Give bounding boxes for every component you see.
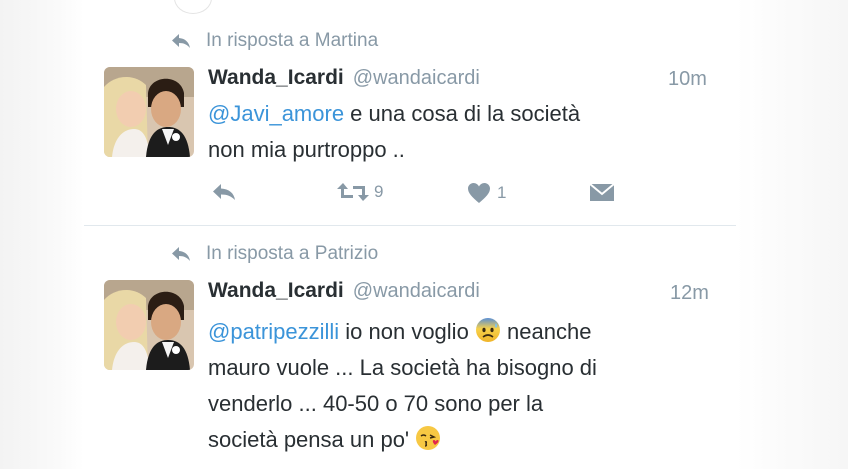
background-left-panel [0,0,84,469]
anxious-face-with-sweat-icon [475,317,501,343]
retweet-button[interactable]: 9 [336,181,383,203]
profile-photo [104,67,194,157]
text-line: non mia purtroppo .. [208,137,405,162]
reply-context[interactable]: In risposta a Patrizio [170,243,378,265]
display-name[interactable]: Wanda_Icardi [208,66,344,90]
text-line: venderlo ... 40-50 o 70 sono per la [208,391,544,416]
avatar[interactable] [104,67,194,157]
retweet-icon [337,183,369,201]
timestamp[interactable]: 12m [670,282,709,305]
profile-photo [104,280,194,370]
text-line: società pensa un po' [208,427,416,452]
reply-icon [213,184,235,200]
background-right-panel [736,0,848,469]
retweet-count: 9 [374,182,384,201]
direct-message-button[interactable] [589,181,615,203]
background-circle [174,0,212,14]
tweet-text: @patripezzilli io non voglio neanche mau… [208,314,597,458]
reply-arrow-icon [172,247,190,261]
text-line: neanche [500,319,592,344]
text-line: io non voglio [339,319,475,344]
mention-link[interactable]: @Javi_amore [208,101,344,126]
reply-context[interactable]: In risposta a Martina [170,30,378,52]
face-blowing-kiss-icon [415,425,441,451]
username[interactable]: @wandaicardi [353,280,480,303]
like-count: 1 [497,183,507,202]
tweet-text: @Javi_amore e una cosa di la società non… [208,96,580,168]
text-line: e una cosa di la società [344,101,581,126]
like-button[interactable]: 1 [467,182,506,204]
avatar[interactable] [104,280,194,370]
envelope-icon [589,183,615,201]
tweet-header: Wanda_Icardi @wandaicardi [208,66,480,90]
text-line: mauro vuole ... La società ha bisogno di [208,355,597,380]
heart-icon [468,183,490,203]
reply-to-label: In risposta a Martina [206,30,379,51]
username[interactable]: @wandaicardi [353,67,480,90]
reply-to-label: In risposta a Patrizio [206,243,379,264]
mention-link[interactable]: @patripezzilli [208,319,339,344]
display-name[interactable]: Wanda_Icardi [208,279,344,303]
reply-button[interactable] [211,182,237,202]
reply-arrow-icon [172,34,190,48]
tweet-header: Wanda_Icardi @wandaicardi [208,279,480,303]
timestamp[interactable]: 10m [668,68,707,91]
tweet-divider [84,225,736,226]
